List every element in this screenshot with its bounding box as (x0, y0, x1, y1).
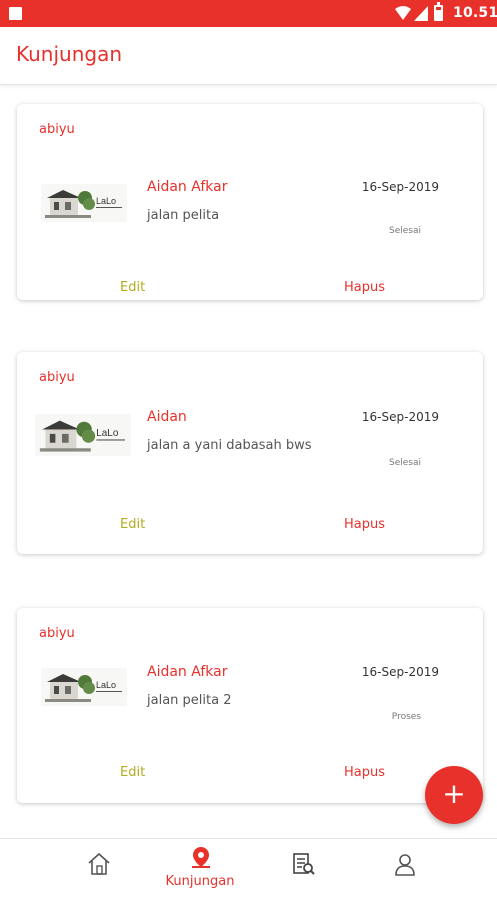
battery-icon (434, 2, 443, 21)
nav-home[interactable] (48, 839, 148, 899)
delete-button[interactable]: Hapus (344, 517, 385, 532)
card-address: jalan a yani dabasah bws (147, 438, 312, 453)
nav-profile[interactable] (354, 839, 454, 899)
card-owner: abiyu (39, 122, 75, 137)
status-bar: 10.51 (0, 0, 497, 27)
svg-text:LaLo: LaLo (96, 428, 119, 439)
signal-icon (414, 6, 428, 21)
app-bar: Kunjungan (0, 27, 497, 85)
card-date: 16-Sep-2019 (361, 410, 439, 424)
house-thumbnail: LaLo (35, 414, 131, 456)
plus-icon: + (442, 777, 466, 810)
status-label: Selesai (389, 458, 421, 468)
card-date: 16-Sep-2019 (361, 180, 439, 194)
user-icon (395, 854, 415, 876)
card-name: Aidan Afkar (147, 179, 228, 195)
delete-button[interactable]: Hapus (344, 765, 385, 780)
add-visit-button[interactable]: + (425, 766, 483, 824)
visit-card[interactable]: abiyu LaLo Aidan 16-Sep-2019 jalan a yan… (17, 352, 483, 554)
page-title: Kunjungan (16, 42, 123, 66)
nav-label: Kunjungan (165, 874, 235, 889)
house-thumbnail: LaLo (41, 184, 127, 222)
svg-text:LaLo: LaLo (96, 680, 116, 690)
card-address: jalan pelita 2 (147, 693, 232, 708)
edit-button[interactable]: Edit (120, 517, 145, 532)
clock: 10.51 (453, 5, 497, 21)
visit-card[interactable]: abiyu LaLo Aidan Afkar 16-Sep-2019 jalan… (17, 104, 483, 300)
status-label: Selesai (389, 226, 421, 236)
wifi-icon (395, 6, 411, 20)
home-icon (88, 852, 110, 875)
edit-button[interactable]: Edit (120, 765, 145, 780)
card-owner: abiyu (39, 370, 75, 385)
house-thumbnail: LaLo (41, 668, 127, 706)
nav-kunjungan[interactable]: Kunjungan (150, 839, 250, 899)
card-address: jalan pelita (147, 208, 220, 223)
bottom-navigation: Kunjungan (0, 838, 497, 900)
card-name: Aidan Afkar (147, 664, 228, 680)
card-date: 16-Sep-2019 (361, 665, 439, 679)
svg-text:LaLo: LaLo (96, 196, 116, 206)
document-search-icon (293, 853, 315, 875)
card-owner: abiyu (39, 626, 75, 641)
nav-documents[interactable] (252, 839, 352, 899)
visit-card[interactable]: abiyu LaLo Aidan Afkar 16-Sep-2019 jalan… (17, 608, 483, 803)
delete-button[interactable]: Hapus (344, 280, 385, 295)
edit-button[interactable]: Edit (120, 280, 145, 295)
status-label: Proses (391, 712, 421, 722)
notification-icon (9, 7, 22, 20)
location-pin-icon (192, 847, 210, 868)
visit-list[interactable]: abiyu LaLo Aidan Afkar 16-Sep-2019 jalan… (0, 86, 497, 838)
card-name: Aidan (147, 409, 187, 425)
